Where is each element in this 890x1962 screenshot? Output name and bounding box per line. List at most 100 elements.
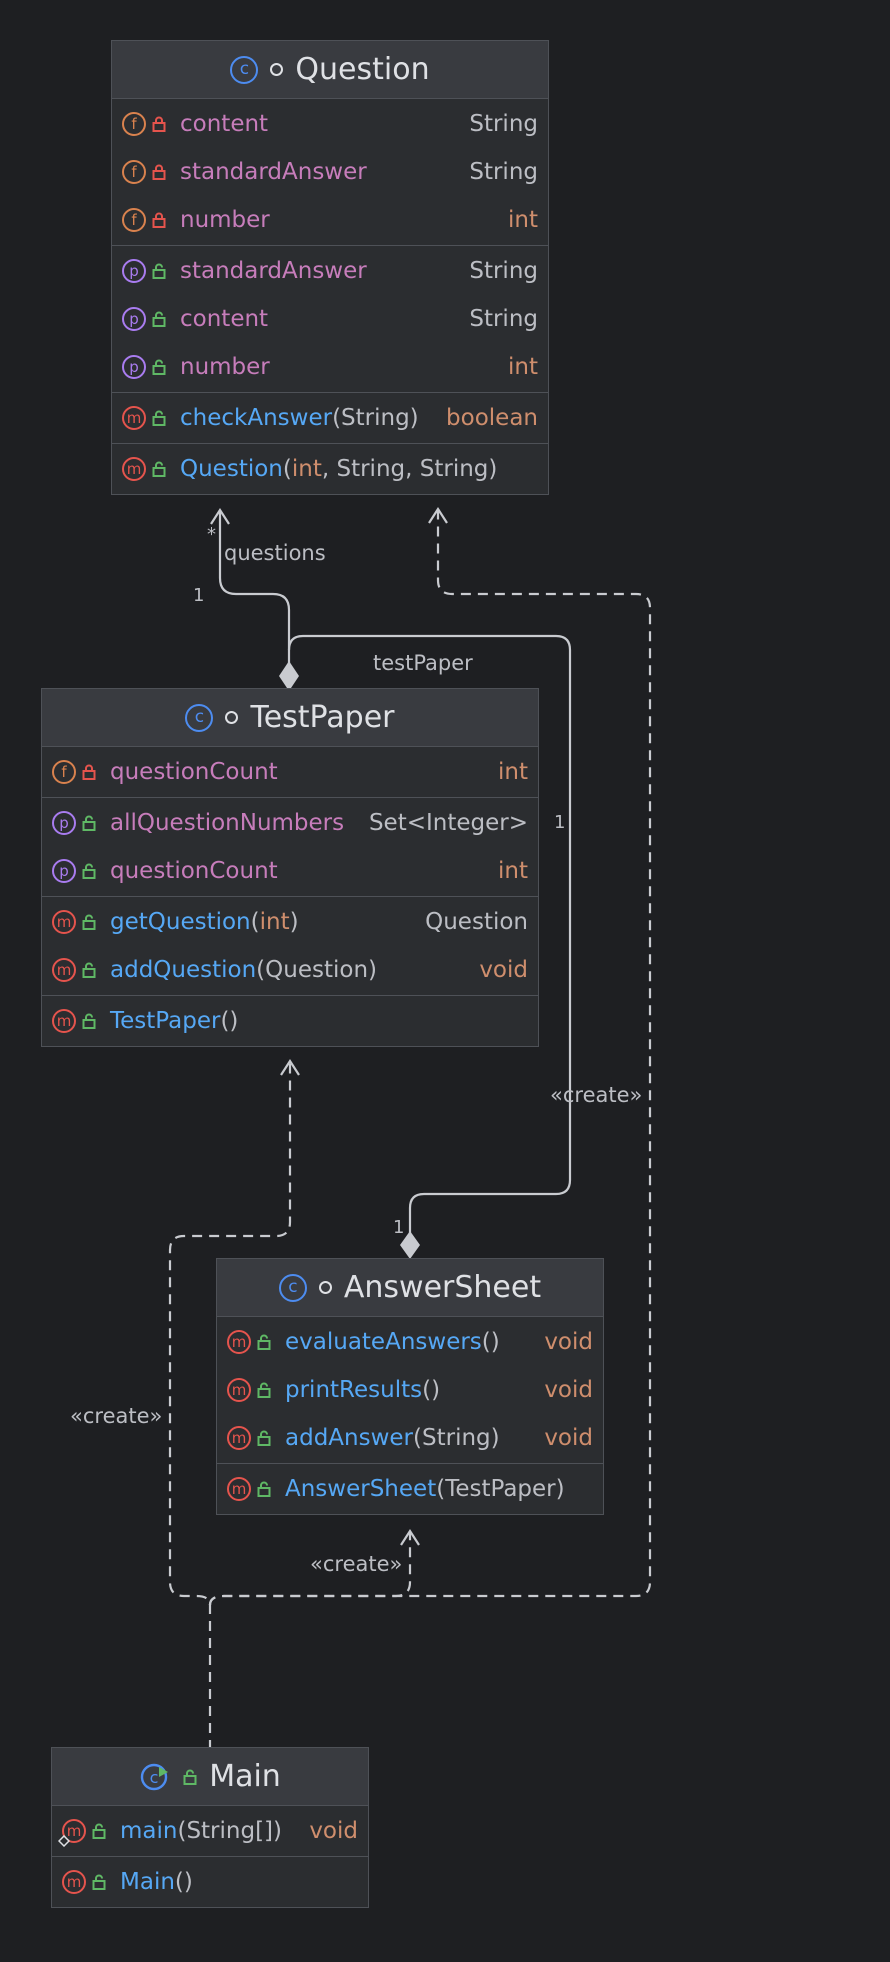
method-row[interactable]: m main (String[]) void: [52, 1807, 368, 1855]
methods-section: m main (String[]) void: [52, 1806, 368, 1857]
class-question[interactable]: c Question f content String f standardAn…: [111, 40, 549, 495]
class-answersheet[interactable]: c AnswerSheet m evaluateAnswers () void …: [216, 1258, 604, 1515]
fields-section: f questionCount int: [42, 747, 538, 798]
property-row[interactable]: p allQuestionNumbers Set<Integer>: [42, 799, 538, 847]
runnable-class-icon: c: [140, 1763, 169, 1790]
method-params: (String): [413, 1425, 500, 1451]
property-name: content: [180, 306, 269, 332]
constructors-section: m Question ( int , String, String): [112, 444, 548, 494]
constructor-row[interactable]: m Main (): [52, 1858, 368, 1906]
field-type: int: [498, 759, 528, 785]
constructor-paren: (: [282, 456, 292, 482]
method-return-type: void: [479, 957, 528, 983]
method-icon: m: [227, 1426, 251, 1450]
public-lock-icon: [82, 962, 96, 978]
package-visibility-icon: [270, 63, 284, 76]
class-header: c Question: [112, 41, 548, 99]
method-name: main: [120, 1818, 178, 1844]
constructor-params: (TestPaper): [436, 1476, 565, 1502]
property-name: number: [180, 354, 270, 380]
property-name: questionCount: [110, 858, 278, 884]
package-visibility-icon: [225, 711, 239, 724]
method-return-type: void: [544, 1425, 593, 1451]
class-testpaper[interactable]: c TestPaper f questionCount int p allQue…: [41, 688, 539, 1047]
diamond-testpaper-questions: [279, 661, 299, 691]
class-icon: c: [185, 703, 214, 732]
property-row[interactable]: p questionCount int: [42, 847, 538, 895]
method-params: (String): [332, 405, 419, 431]
method-icon: m: [62, 1870, 86, 1894]
method-icon: m: [52, 958, 76, 982]
method-icon: m: [122, 406, 146, 430]
method-paren-open: (: [250, 909, 260, 935]
constructor-params-rest: , String, String): [321, 456, 498, 482]
constructor-name: AnswerSheet: [285, 1476, 437, 1502]
multiplicity-testpaper-one: 1: [554, 812, 566, 833]
multiplicity-questions-one: 1: [193, 585, 205, 606]
static-diamond-icon: [58, 1835, 70, 1847]
field-icon: f: [122, 208, 146, 232]
multiplicity-answersheet-one: 1: [393, 1217, 405, 1238]
field-row[interactable]: f questionCount int: [42, 748, 538, 796]
method-params: (String[]): [177, 1818, 283, 1844]
constructors-section: m AnswerSheet (TestPaper): [217, 1464, 603, 1514]
class-header: c TestPaper: [42, 689, 538, 747]
public-lock-icon: [152, 359, 166, 375]
method-icon: m: [122, 457, 146, 481]
class-main[interactable]: c Main m main (String[]) void m Main (): [51, 1747, 369, 1908]
method-row[interactable]: m getQuestion ( int ) Question: [42, 898, 538, 946]
method-return-type: Question: [425, 909, 528, 935]
svg-text:c: c: [150, 1768, 159, 1787]
label-create-question: «create»: [550, 1083, 643, 1107]
public-lock-icon: [82, 1013, 96, 1029]
constructor-row[interactable]: m AnswerSheet (TestPaper): [217, 1465, 603, 1513]
field-row[interactable]: f content String: [112, 100, 548, 148]
constructors-section: m TestPaper (): [42, 996, 538, 1046]
public-lock-icon: [257, 1430, 271, 1446]
class-name: Main: [209, 1759, 281, 1794]
field-name: content: [180, 111, 269, 137]
fields-section: f content String f standardAnswer String…: [112, 99, 548, 246]
method-params: (): [422, 1377, 441, 1403]
property-type: String: [469, 258, 538, 284]
field-type: int: [508, 207, 538, 233]
class-header: c Main: [52, 1748, 368, 1806]
property-row[interactable]: p standardAnswer String: [112, 247, 548, 295]
method-name: checkAnswer: [180, 405, 333, 431]
method-name: printResults: [285, 1377, 423, 1403]
field-type: String: [469, 159, 538, 185]
constructor-name: TestPaper: [110, 1008, 221, 1034]
private-lock-icon: [152, 164, 166, 180]
field-row[interactable]: f number int: [112, 196, 548, 244]
constructor-name: Question: [180, 456, 283, 482]
field-row[interactable]: f standardAnswer String: [112, 148, 548, 196]
label-create-answersheet: «create»: [310, 1552, 403, 1576]
property-icon: p: [122, 355, 146, 379]
label-create-testpaper: «create»: [70, 1404, 163, 1428]
public-lock-icon: [257, 1382, 271, 1398]
method-row[interactable]: m checkAnswer (String) boolean: [112, 394, 548, 442]
private-lock-icon: [152, 116, 166, 132]
property-icon: p: [122, 259, 146, 283]
properties-section: p allQuestionNumbers Set<Integer> p ques…: [42, 798, 538, 897]
field-icon: f: [122, 160, 146, 184]
constructor-row[interactable]: m Question ( int , String, String): [112, 445, 548, 493]
private-lock-icon: [82, 764, 96, 780]
edge-questions-composition: [218, 510, 291, 690]
property-type: Set<Integer>: [368, 810, 528, 836]
property-row[interactable]: p number int: [112, 343, 548, 391]
public-lock-icon: [82, 815, 96, 831]
public-lock-icon: [152, 461, 166, 477]
property-type: String: [469, 306, 538, 332]
method-row[interactable]: m printResults () void: [217, 1366, 603, 1414]
method-icon: m: [52, 1009, 76, 1033]
property-row[interactable]: p content String: [112, 295, 548, 343]
public-lock-icon: [152, 263, 166, 279]
constructor-row[interactable]: m TestPaper (): [42, 997, 538, 1045]
method-row[interactable]: m addQuestion (Question) void: [42, 946, 538, 994]
public-lock-icon: [257, 1481, 271, 1497]
properties-section: p standardAnswer String p content String…: [112, 246, 548, 393]
constructor-name: Main: [120, 1869, 175, 1895]
method-row[interactable]: m addAnswer (String) void: [217, 1414, 603, 1462]
method-row[interactable]: m evaluateAnswers () void: [217, 1318, 603, 1366]
